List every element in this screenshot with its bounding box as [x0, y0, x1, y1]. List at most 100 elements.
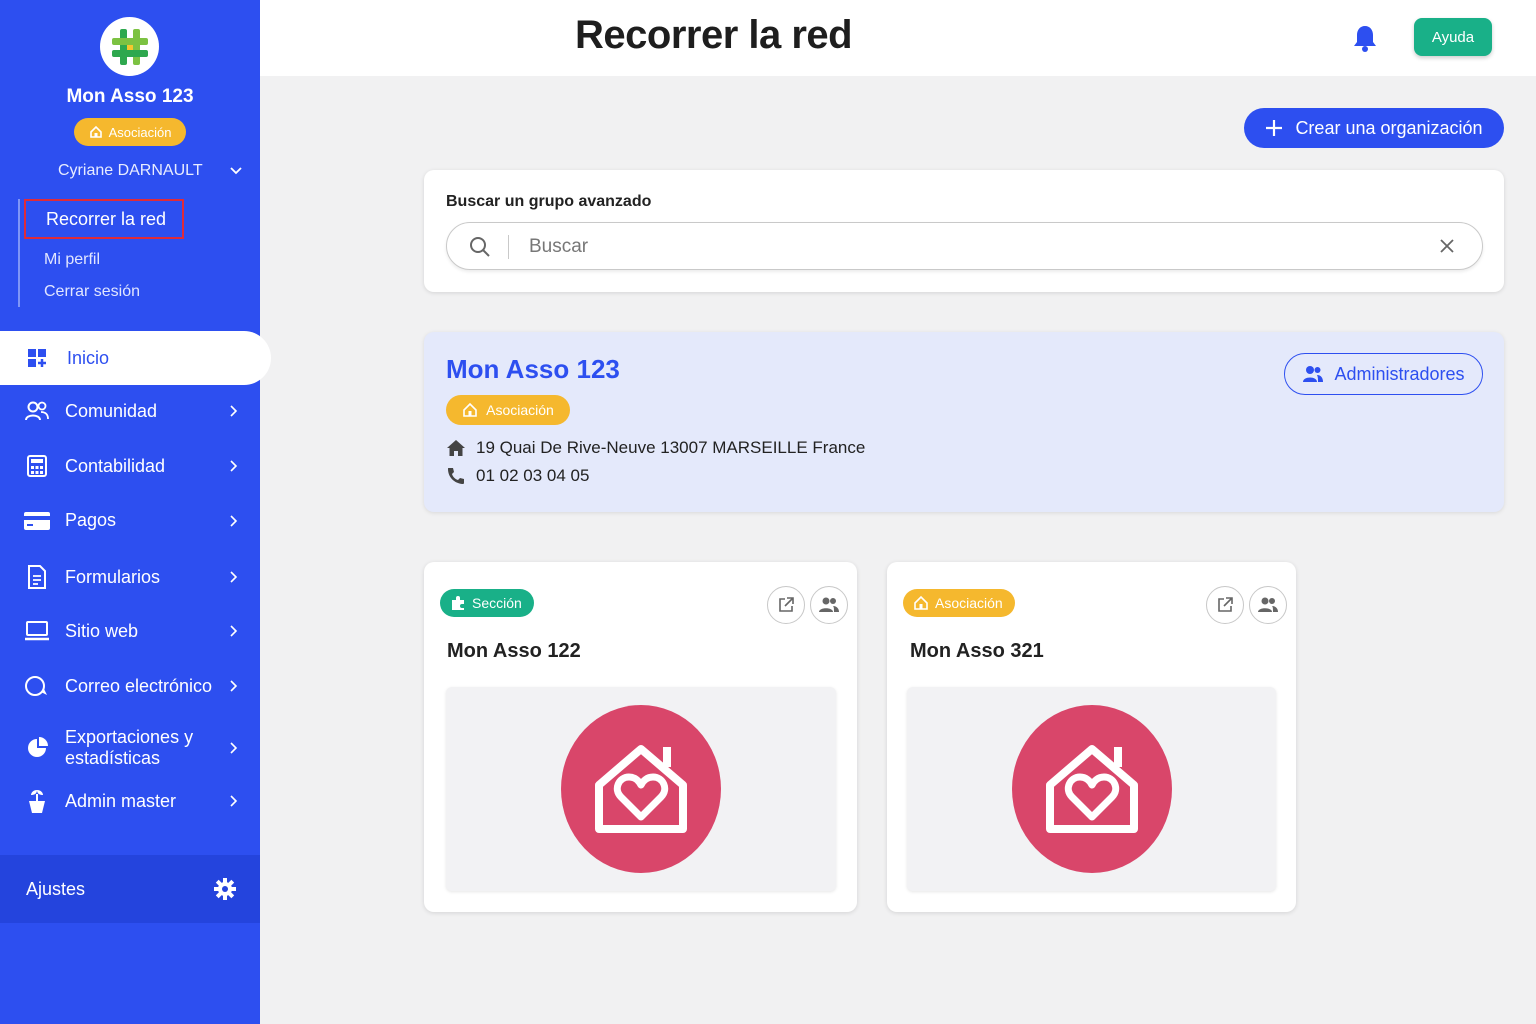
create-organization-label: Crear una organización — [1295, 117, 1483, 138]
sub-nav-item-my-profile[interactable]: Mi perfil — [44, 251, 100, 269]
org-card-thumbnail — [446, 687, 836, 891]
org-card[interactable]: Asociación Mon Asso 321 — [887, 562, 1296, 912]
clear-icon[interactable] — [1440, 239, 1454, 253]
administrators-label: Administradores — [1334, 363, 1465, 384]
search-label: Buscar un grupo avanzado — [446, 193, 652, 210]
external-link-icon — [779, 597, 794, 612]
current-org-badge: Asociación — [446, 395, 570, 425]
home-icon — [447, 440, 465, 456]
open-external-button[interactable] — [767, 586, 805, 624]
house-heart-icon — [1045, 745, 1138, 833]
users-icon — [1258, 597, 1278, 612]
users-icon — [819, 597, 839, 612]
current-org-name[interactable]: Mon Asso 123 — [446, 354, 620, 385]
sidebar-item-accounting-label: Contabilidad — [65, 455, 166, 476]
org-card-thumbnail — [907, 687, 1276, 891]
top-bar: Recorrer la red Ayuda — [260, 0, 1536, 76]
search-box — [446, 222, 1483, 270]
external-link-icon — [1218, 597, 1233, 612]
settings-bar[interactable]: Ajustes — [0, 855, 260, 923]
sidebar-item-admin-master-label: Admin master — [65, 790, 177, 811]
chevron-right-icon — [230, 460, 238, 472]
administrators-button[interactable]: Administradores — [1284, 353, 1483, 395]
sidebar-item-website[interactable]: Sitio web — [23, 620, 238, 642]
current-org-badge-label: Asociación — [486, 402, 554, 418]
org-card-badge-label: Sección — [472, 595, 522, 611]
dashboard-icon — [28, 349, 46, 367]
chevron-right-icon — [230, 680, 238, 692]
search-input[interactable] — [529, 233, 1409, 261]
current-org-address-text: 19 Quai De Rive-Neuve 13007 MARSEILLE Fr… — [476, 438, 866, 457]
sidebar: Mon Asso 123 Asociación Cyriane DARNAULT… — [0, 0, 271, 1024]
sidebar-org-name: Mon Asso 123 — [66, 86, 194, 107]
org-logo — [1011, 705, 1172, 873]
sidebar-item-forms-label: Formularios — [65, 566, 161, 587]
members-button[interactable] — [1249, 586, 1287, 624]
form-icon — [28, 565, 46, 589]
org-card-badge: Sección — [440, 589, 534, 617]
sub-nav: Recorrer la red Mi perfil Cerrar sesión — [18, 199, 184, 307]
help-button[interactable]: Ayuda — [1414, 18, 1492, 56]
org-card-name: Mon Asso 122 — [447, 640, 581, 662]
chevron-right-icon — [230, 795, 238, 807]
chevron-down-icon — [230, 167, 242, 175]
users-icon — [1303, 366, 1324, 382]
user-menu[interactable]: Cyriane DARNAULT — [58, 162, 242, 180]
chat-icon — [25, 676, 47, 696]
sub-nav-item-browse-network[interactable]: Recorrer la red — [24, 199, 184, 239]
sub-nav-item-logout[interactable]: Cerrar sesión — [44, 283, 140, 301]
house-icon — [89, 125, 102, 138]
sidebar-item-exports-stats[interactable]: Exportaciones y estadísticas — [23, 727, 238, 769]
plant-icon — [29, 790, 45, 813]
pie-chart-icon — [28, 737, 48, 757]
sidebar-item-payments[interactable]: Pagos — [23, 510, 238, 531]
sidebar-item-forms[interactable]: Formularios — [23, 565, 238, 589]
plus-icon — [1266, 120, 1283, 136]
sidebar-item-exports-stats-label: Exportaciones y estadísticas — [65, 727, 194, 768]
open-external-button[interactable] — [1206, 586, 1244, 624]
chevron-right-icon — [230, 625, 238, 637]
house-heart-icon — [595, 745, 687, 833]
org-card[interactable]: Sección Mon Asso 122 — [424, 562, 857, 912]
chevron-right-icon — [230, 514, 238, 527]
sidebar-item-community[interactable]: Comunidad — [23, 400, 238, 422]
house-icon — [463, 402, 477, 417]
sidebar-item-payments-label: Pagos — [65, 510, 117, 530]
org-card-badge-label: Asociación — [935, 595, 1003, 611]
current-org-address: 19 Quai De Rive-Neuve 13007 MARSEILLE Fr… — [446, 438, 865, 458]
search-icon — [470, 237, 490, 257]
community-icon — [25, 401, 49, 421]
sidebar-org-badge: Asociación — [74, 118, 186, 146]
chevron-right-icon — [230, 405, 238, 417]
gear-icon[interactable] — [214, 878, 236, 900]
create-organization-button[interactable]: Crear una organización — [1244, 108, 1504, 148]
house-icon — [914, 595, 928, 610]
chevron-right-icon — [230, 571, 238, 583]
sidebar-item-website-label: Sitio web — [65, 620, 139, 641]
bell-icon[interactable] — [1352, 24, 1378, 52]
search-divider — [508, 235, 509, 259]
current-org-phone: 01 02 03 04 05 — [446, 466, 589, 486]
org-logo — [561, 705, 721, 873]
settings-label: Ajustes — [26, 878, 86, 899]
chevron-right-icon — [230, 742, 238, 754]
credit-card-icon — [24, 511, 50, 530]
sidebar-item-accounting[interactable]: Contabilidad — [23, 455, 238, 477]
sidebar-item-home[interactable]: Inicio — [0, 331, 271, 385]
user-name: Cyriane DARNAULT — [58, 162, 203, 179]
page-title: Recorrer la red — [575, 13, 853, 57]
app-logo[interactable] — [100, 17, 159, 76]
advanced-search-card: Buscar un grupo avanzado — [424, 170, 1504, 292]
puzzle-icon — [452, 596, 464, 610]
sidebar-item-admin-master[interactable]: Admin master — [23, 788, 238, 814]
sidebar-item-email-label: Correo electrónico — [65, 675, 213, 696]
sidebar-item-community-label: Comunidad — [65, 400, 158, 421]
laptop-icon — [25, 621, 49, 641]
members-button[interactable] — [810, 586, 848, 624]
org-card-badge: Asociación — [903, 589, 1015, 617]
sidebar-item-email[interactable]: Correo electrónico — [23, 675, 238, 697]
phone-icon — [448, 468, 464, 484]
hashtag-logo-icon — [111, 28, 148, 65]
current-org-phone-text: 01 02 03 04 05 — [476, 466, 590, 485]
sidebar-org-badge-label: Asociación — [108, 124, 172, 140]
